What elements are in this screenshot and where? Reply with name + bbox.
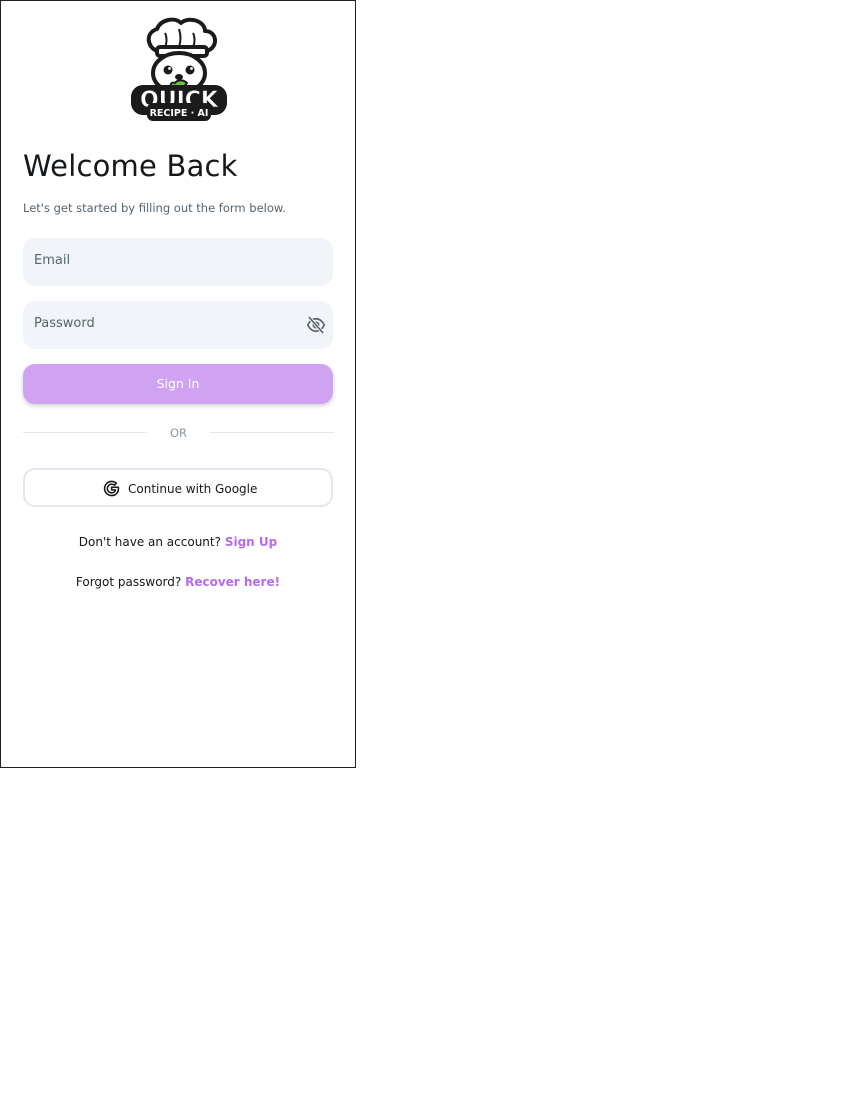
- google-icon: [103, 480, 120, 497]
- chef-mascot-logo: QUICK RECIPE · AI: [131, 17, 227, 121]
- divider-line-left: [23, 432, 147, 433]
- sign-up-link[interactable]: Sign Up: [225, 535, 277, 549]
- recover-link[interactable]: Recover here!: [185, 575, 280, 589]
- or-divider-label: OR: [169, 426, 188, 440]
- eye-off-icon[interactable]: [306, 315, 326, 335]
- signup-row: Don't have an account? Sign Up: [1, 534, 355, 550]
- email-placeholder: Email: [34, 253, 71, 268]
- email-field[interactable]: Email: [23, 238, 333, 286]
- password-placeholder: Password: [34, 316, 95, 331]
- page-subtitle: Let's get started by filling out the for…: [23, 201, 286, 215]
- login-screen: QUICK RECIPE · AI Welcome Back Let's get…: [0, 0, 356, 768]
- quick-recipe-ai-logo: QUICK RECIPE · AI: [127, 17, 231, 123]
- svg-text:RECIPE · AI: RECIPE · AI: [150, 108, 209, 119]
- divider-line-right: [210, 432, 334, 433]
- password-field[interactable]: Password: [23, 301, 333, 349]
- recover-row: Forgot password? Recover here!: [1, 574, 355, 590]
- google-button-label: Continue with Google: [128, 482, 258, 496]
- continue-with-google-button[interactable]: Continue with Google: [23, 468, 333, 507]
- recover-prompt: Forgot password?: [75, 575, 182, 589]
- page-title: Welcome Back: [23, 149, 238, 183]
- signup-prompt: Don't have an account?: [78, 535, 221, 549]
- sign-in-button[interactable]: Sign In: [23, 364, 333, 404]
